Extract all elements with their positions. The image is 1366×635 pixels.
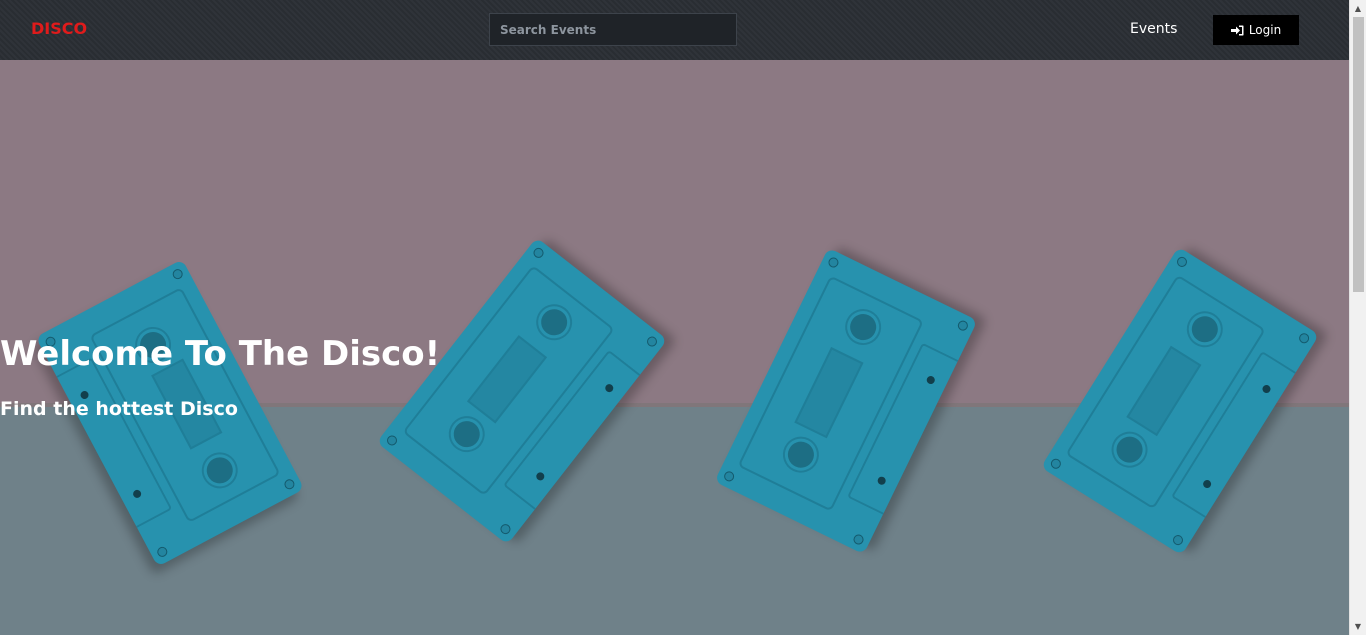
login-button[interactable]: Login	[1213, 15, 1299, 45]
hero-title: Welcome To The Disco!	[0, 334, 441, 374]
page-scrollbar[interactable]: ▲ ▼	[1349, 0, 1366, 635]
nav-link-events[interactable]: Events	[1130, 21, 1177, 37]
scroll-down-arrow-icon[interactable]: ▼	[1350, 618, 1366, 635]
hero-subtitle: Find the hottest Disco	[0, 398, 238, 420]
scroll-up-arrow-icon[interactable]: ▲	[1350, 0, 1366, 17]
scrollbar-thumb[interactable]	[1353, 17, 1364, 292]
navbar: DISCO Events Login	[0, 0, 1349, 60]
sign-in-icon	[1230, 25, 1244, 36]
hero-banner: Welcome To The Disco! Find the hottest D…	[0, 60, 1349, 635]
brand-logo[interactable]: DISCO	[31, 19, 87, 38]
login-button-label: Login	[1248, 23, 1282, 37]
search-input[interactable]	[489, 13, 737, 46]
